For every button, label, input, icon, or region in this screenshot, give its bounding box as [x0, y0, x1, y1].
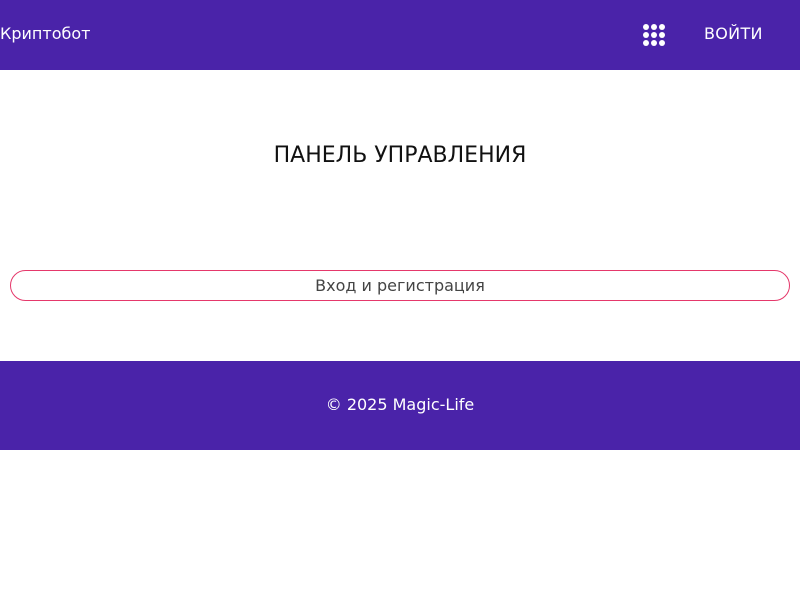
grid-dots-icon: [643, 24, 665, 46]
top-navbar: Криптобот ВОЙТИ: [0, 0, 800, 70]
page-title: ПАНЕЛЬ УПРАВЛЕНИЯ: [273, 143, 527, 168]
copyright-text: © 2025 Magic-Life: [325, 395, 475, 414]
footer: © 2025 Magic-Life: [0, 361, 800, 450]
apps-menu-button[interactable]: [642, 23, 666, 47]
brand-link[interactable]: Криптобот: [0, 24, 90, 44]
login-register-button[interactable]: Вход и регистрация: [10, 270, 790, 301]
login-link[interactable]: ВОЙТИ: [704, 24, 763, 44]
